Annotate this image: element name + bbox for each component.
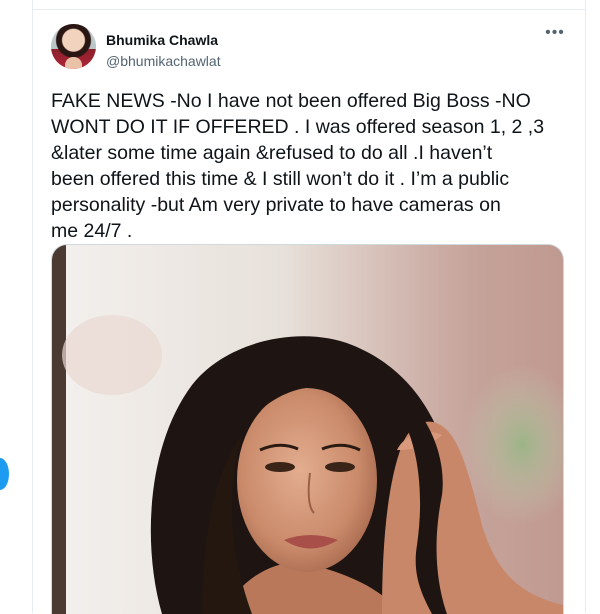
more-horizontal-icon: ••• bbox=[545, 24, 565, 41]
tweet-text-line: &later some time again &refused to do al… bbox=[51, 142, 493, 164]
tweet-text-line: FAKE NEWS -No I have not been offered Bi… bbox=[51, 90, 531, 112]
tweet-text-line: been offered this time & I still won’t d… bbox=[51, 168, 510, 190]
portrait-photo bbox=[52, 245, 563, 614]
tweet[interactable]: Bhumika Chawla @bhumikachawlat ••• FAKE … bbox=[33, 10, 585, 614]
avatar[interactable] bbox=[51, 24, 96, 69]
timeline-right-border bbox=[585, 0, 586, 613]
tweet-text-line: WONT DO IT IF OFFERED . I was offered se… bbox=[51, 116, 545, 138]
tweet-text-line: me 24/7 . bbox=[51, 220, 133, 242]
user-handle[interactable]: @bhumikachawlat bbox=[106, 53, 221, 69]
tweet-text-line: personality -but Am very private to have… bbox=[51, 194, 501, 216]
tweet-text: FAKE NEWS -No I have not been offered Bi… bbox=[51, 88, 573, 244]
tweet-photo[interactable] bbox=[51, 244, 564, 614]
display-name[interactable]: Bhumika Chawla bbox=[106, 32, 218, 48]
more-options-button[interactable]: ••• bbox=[543, 24, 567, 46]
